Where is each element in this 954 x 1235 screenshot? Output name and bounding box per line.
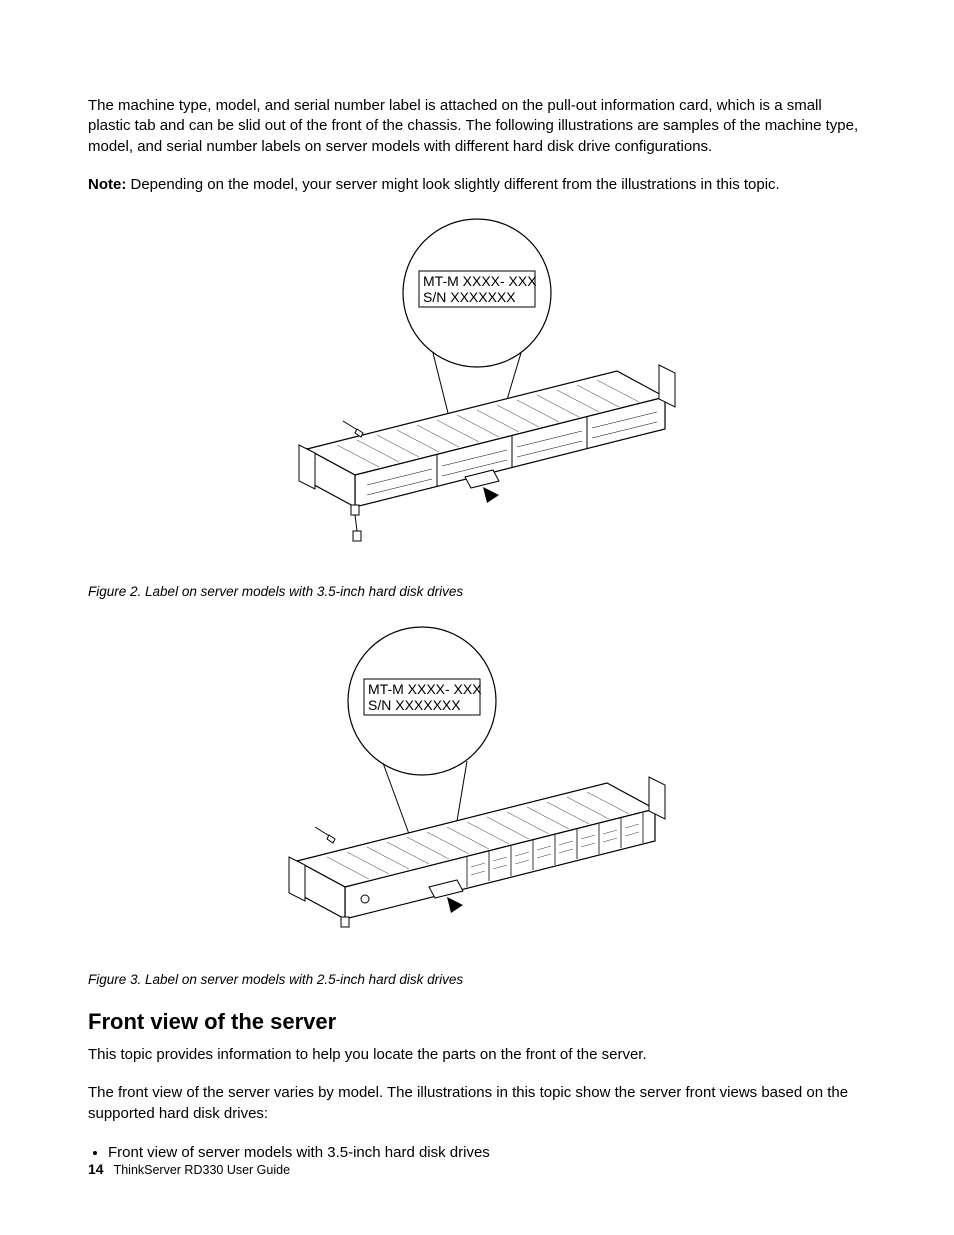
- figure-3-number: Figure 3.: [88, 972, 141, 987]
- callout-sn-2: S/N XXXXXXX: [368, 697, 461, 713]
- note-label: Note:: [88, 176, 126, 193]
- note-text: Depending on the model, your server migh…: [126, 176, 779, 193]
- page-footer: 14 ThinkServer RD330 User Guide: [88, 1161, 290, 1177]
- callout-sn: S/N XXXXXXX: [423, 289, 516, 305]
- note-paragraph: Note: Depending on the model, your serve…: [88, 175, 866, 195]
- page-number: 14: [88, 1161, 104, 1177]
- bullet-item-1: Front view of server models with 3.5-inc…: [108, 1142, 866, 1163]
- bullet-list: Front view of server models with 3.5-inc…: [88, 1142, 866, 1163]
- figure-3-illustration: MT-M XXXX- XXX S/N XXXXXXX: [88, 621, 866, 966]
- figure-2-caption-text: Label on server models with 3.5-inch har…: [141, 584, 463, 599]
- figure-3-caption: Figure 3. Label on server models with 2.…: [88, 972, 866, 987]
- figure-3-caption-text: Label on server models with 2.5-inch har…: [141, 972, 463, 987]
- section-paragraph-2: The front view of the server varies by m…: [88, 1083, 866, 1124]
- figure-2-number: Figure 2.: [88, 584, 141, 599]
- section-heading-front-view: Front view of the server: [88, 1009, 866, 1035]
- figure-2-caption: Figure 2. Label on server models with 3.…: [88, 584, 866, 599]
- callout-mt-m: MT-M XXXX- XXX: [423, 273, 537, 289]
- footer-doc-title: ThinkServer RD330 User Guide: [114, 1163, 290, 1177]
- section-paragraph-1: This topic provides information to help …: [88, 1045, 866, 1065]
- callout-mt-m-2: MT-M XXXX- XXX: [368, 681, 482, 697]
- intro-paragraph: The machine type, model, and serial numb…: [88, 96, 866, 157]
- figure-2-illustration: MT-M XXXX- XXX S/N XXXXXXX: [88, 213, 866, 578]
